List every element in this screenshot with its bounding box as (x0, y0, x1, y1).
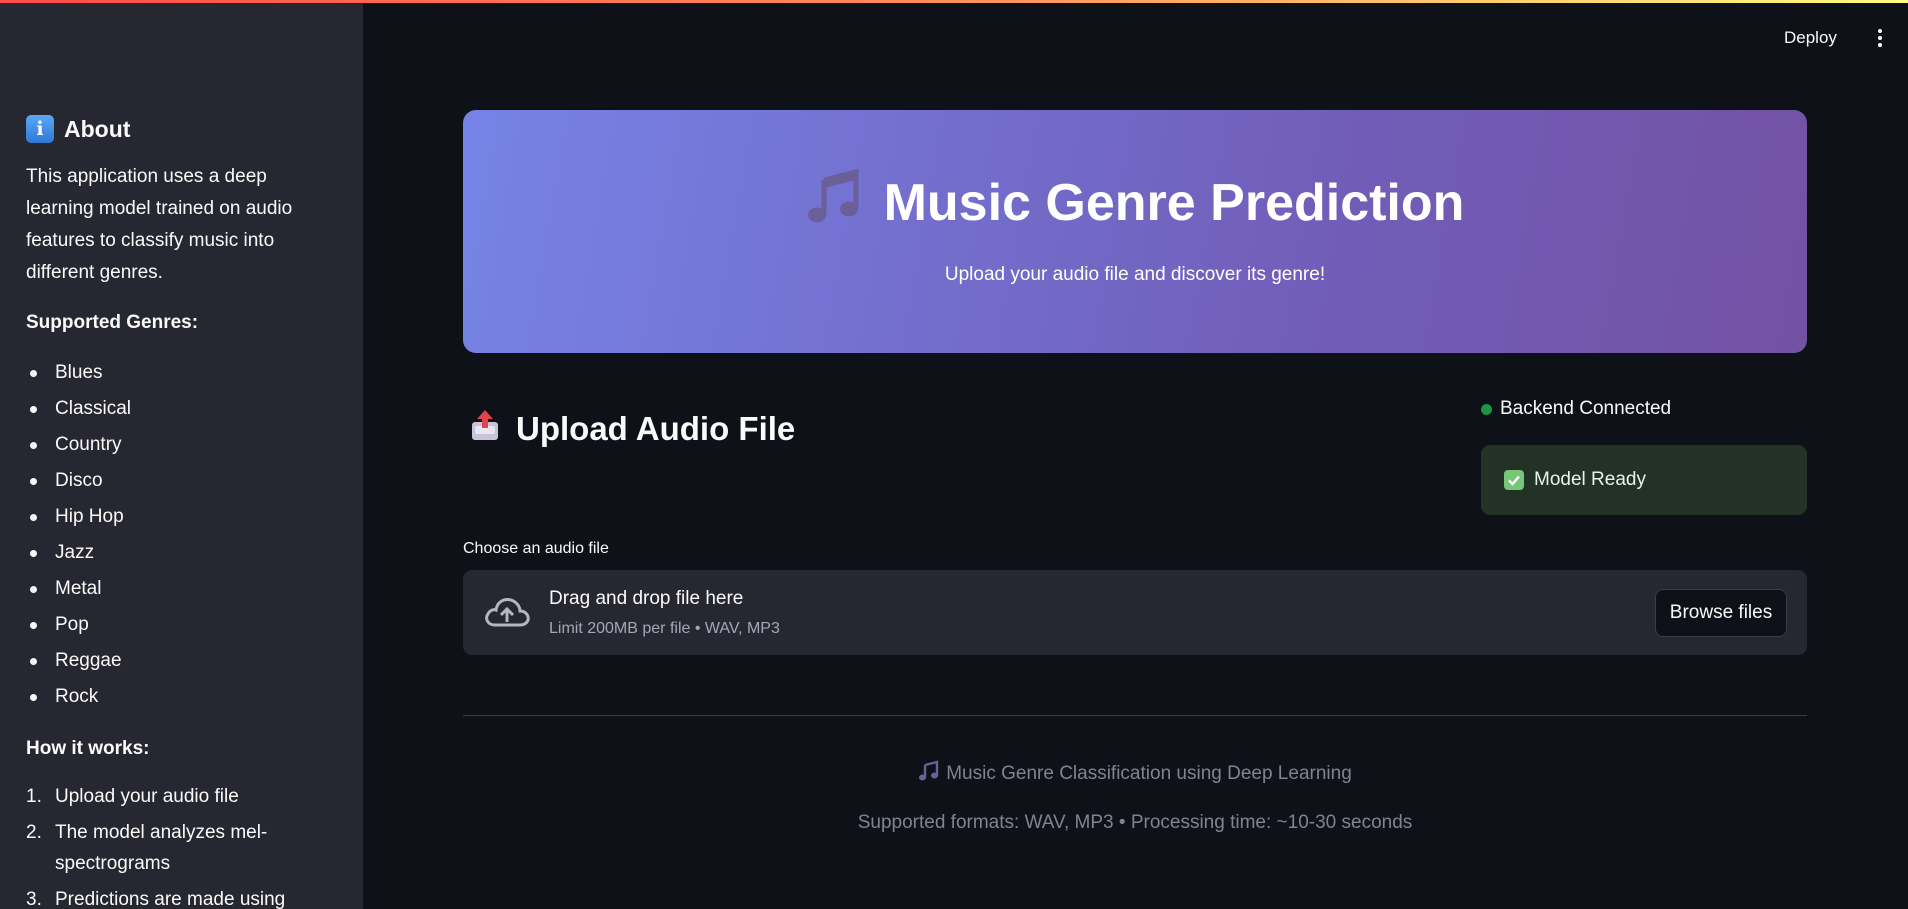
footer-formats: Supported formats: WAV, MP3 • Processing… (857, 812, 1413, 833)
hero-banner: Music Genre Prediction Upload your audio… (463, 110, 1807, 353)
about-heading-text: About (64, 115, 131, 142)
genre-item: Blues (26, 355, 337, 391)
deploy-button[interactable]: Deploy (1784, 22, 1837, 54)
genre-item: Reggae (26, 643, 337, 679)
backend-status-text: Backend Connected (1500, 398, 1672, 419)
steps-list: 1. Upload your audio file 2. The model ana… (26, 781, 337, 909)
backend-status: Backend Connected (1481, 396, 1671, 422)
page-title: Music Genre Prediction (463, 168, 1807, 239)
step-item: 3. Predictions are made using (26, 884, 337, 909)
genres-heading: Supported Genres: (26, 312, 199, 333)
step-text: Upload your audio file (55, 786, 239, 807)
info-icon: i (26, 115, 54, 143)
about-heading: i About (26, 115, 337, 143)
page-subtitle: Upload your audio file and discover its … (944, 264, 1326, 285)
model-ready-text: Model Ready (1534, 469, 1646, 490)
genre-item: Pop (26, 607, 337, 643)
model-ready-alert: Model Ready (1481, 445, 1807, 515)
sidebar: i About This application uses a deep lea… (0, 0, 363, 909)
genre-item: Disco (26, 463, 337, 499)
file-dropzone[interactable]: Drag and drop file here Limit 200MB per … (463, 570, 1807, 655)
genre-item: Jazz (26, 535, 337, 571)
footer-tagline: Music Genre Classification using Deep Le… (463, 760, 1807, 788)
genre-item: Country (26, 427, 337, 463)
music-note-icon (918, 760, 940, 788)
how-it-works-heading: How it works: (26, 738, 150, 759)
divider (463, 715, 1807, 716)
top-decoration-bar (0, 0, 1908, 3)
about-description: This application uses a deep learning mo… (26, 166, 293, 283)
check-icon (1504, 470, 1524, 490)
status-dot-icon (1481, 403, 1492, 415)
cloud-upload-icon (482, 592, 532, 632)
genre-item: Hip Hop (26, 499, 337, 535)
kebab-menu-icon[interactable] (1868, 26, 1892, 50)
step-number: 2. (26, 821, 42, 843)
page-title-text: Music Genre Prediction (883, 174, 1465, 232)
step-text: Predictions are made using (55, 888, 286, 909)
file-uploader-label: Choose an audio file (463, 540, 609, 557)
music-notes-icon (806, 168, 864, 239)
upload-heading: Upload Audio File (470, 408, 795, 450)
outbox-tray-icon (470, 408, 500, 450)
genre-item: Metal (26, 571, 337, 607)
file-limit-text: Limit 200MB per file • WAV, MP3 (549, 620, 780, 637)
drag-drop-text: Drag and drop file here (549, 588, 744, 609)
upload-heading-text: Upload Audio File (516, 410, 796, 447)
step-number: 1. (26, 786, 42, 807)
footer-tagline-text: Music Genre Classification using Deep Le… (946, 763, 1352, 784)
genre-item: Classical (26, 391, 337, 427)
step-item: 2. The model analyzes mel-spectrograms (26, 817, 337, 880)
step-number: 3. (26, 888, 42, 909)
step-item: 1. Upload your audio file (26, 781, 337, 813)
browse-files-button[interactable]: Browse files (1655, 589, 1787, 637)
genres-list: Blues Classical Country Disco Hip Hop Ja… (26, 355, 337, 715)
genre-item: Rock (26, 679, 337, 715)
step-text: The model analyzes mel-spectrograms (55, 821, 268, 875)
